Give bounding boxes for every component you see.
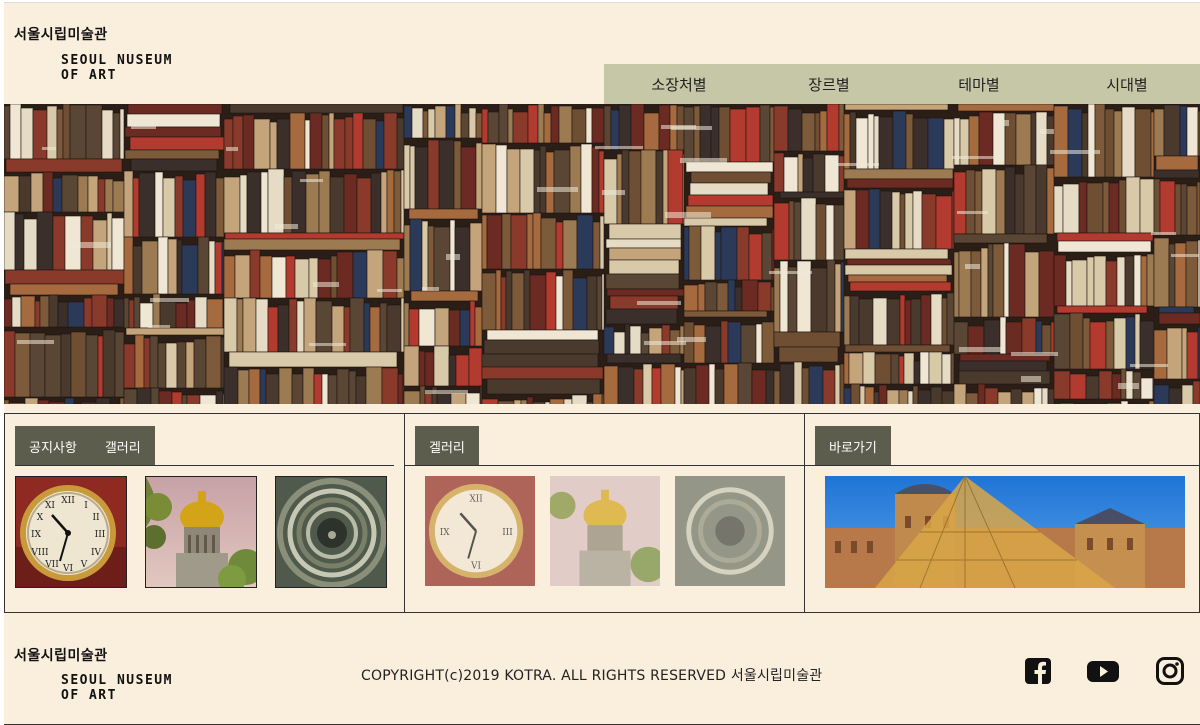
thumbnail-list: XII III VI IX I II IV V VII VIII X XI: [15, 476, 387, 588]
shortcut-panel: 바로가기: [805, 414, 1199, 612]
page: 서울시립미술관 SEOUL NUSEUM OF ART 소장처별 장르별 테마별…: [4, 2, 1200, 725]
svg-text:III: III: [502, 528, 512, 538]
logo-english[interactable]: SEOUL NUSEUM OF ART: [61, 53, 173, 83]
svg-text:VII: VII: [44, 560, 59, 570]
svg-text:V: V: [80, 560, 88, 570]
logo-korean[interactable]: 서울시립미술관: [14, 24, 108, 44]
stacked-books-image: [4, 104, 1200, 404]
cathedral-dome-image[interactable]: [550, 476, 660, 586]
nav-item-era[interactable]: 시대별: [1054, 64, 1200, 104]
svg-text:XII: XII: [61, 496, 75, 506]
nav-item-collection[interactable]: 소장처별: [604, 64, 754, 104]
clock-image[interactable]: XII III VI IX: [425, 476, 535, 586]
gallery-panel: 겔러리 XII III VI IX: [405, 414, 805, 612]
header: 서울시립미술관 SEOUL NUSEUM OF ART 소장처별 장르별 테마별…: [4, 3, 1200, 104]
content-panels: 공지사항 갤러리 XII III VI IX I II IV V VII VII…: [4, 413, 1200, 613]
tab-shortcut[interactable]: 바로가기: [815, 426, 891, 466]
svg-text:IV: IV: [91, 548, 102, 558]
notice-panel: 공지사항 갤러리 XII III VI IX I II IV V VII VII…: [5, 414, 405, 612]
spiral-staircase-image[interactable]: [275, 476, 387, 588]
nav-item-theme[interactable]: 테마별: [904, 64, 1054, 104]
footer-logo-korean[interactable]: 서울시립미술관: [14, 645, 108, 665]
svg-text:VI: VI: [62, 564, 73, 574]
notice-tabbar: 공지사항 갤러리: [15, 426, 155, 466]
main-nav: 소장처별 장르별 테마별 시대별: [604, 64, 1200, 104]
svg-text:III: III: [95, 530, 106, 540]
hero-banner: [4, 104, 1200, 404]
clock-image[interactable]: XII III VI IX I II IV V VII VIII X XI: [15, 476, 127, 588]
youtube-icon[interactable]: [1086, 657, 1120, 685]
footer-logo-english[interactable]: SEOUL NUSEUM OF ART: [61, 673, 173, 703]
svg-text:I: I: [84, 501, 88, 511]
divider: [805, 465, 1199, 466]
shortcut-tabbar: 바로가기: [815, 426, 891, 466]
footer: 서울시립미술관 SEOUL NUSEUM OF ART COPYRIGHT(c)…: [4, 615, 1200, 725]
divider: [405, 465, 804, 466]
tab-gallery[interactable]: 갤러리: [90, 426, 155, 466]
svg-text:X: X: [37, 513, 44, 523]
gallery-thumbnail-list: XII III VI IX: [425, 476, 785, 586]
nav-item-genre[interactable]: 장르별: [754, 64, 904, 104]
copyright-text: COPYRIGHT(c)2019 KOTRA. ALL RIGHTS RESER…: [361, 668, 823, 684]
svg-text:XII: XII: [469, 495, 482, 505]
tab-notice[interactable]: 공지사항: [15, 426, 91, 466]
svg-text:IX: IX: [31, 530, 42, 540]
facebook-icon[interactable]: [1024, 657, 1052, 685]
svg-text:II: II: [92, 513, 100, 523]
cathedral-dome-image[interactable]: [145, 476, 257, 588]
tab-gallery-main[interactable]: 겔러리: [415, 426, 479, 466]
svg-text:IX: IX: [440, 528, 450, 538]
divider: [15, 465, 394, 466]
louvre-pyramid-image[interactable]: [825, 476, 1185, 588]
svg-text:VIII: VIII: [30, 548, 49, 558]
spiral-staircase-image[interactable]: [675, 476, 785, 586]
svg-text:XI: XI: [45, 501, 55, 511]
gallery-tabbar: 겔러리: [415, 426, 479, 466]
svg-text:VI: VI: [470, 561, 481, 571]
instagram-icon[interactable]: [1156, 657, 1184, 685]
